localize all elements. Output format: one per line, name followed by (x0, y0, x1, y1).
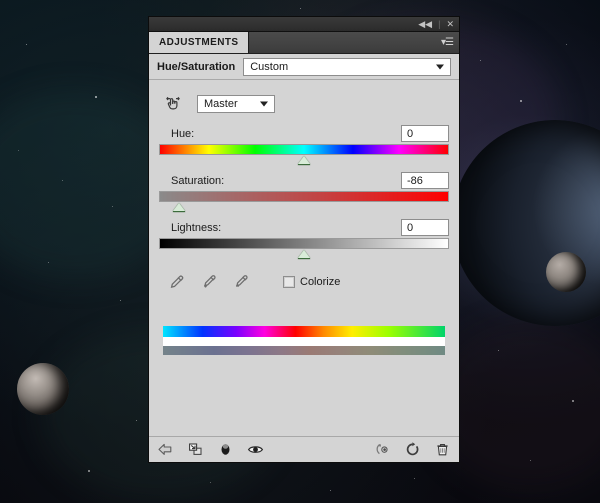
reset-icon[interactable] (404, 441, 421, 458)
slider-group-saturation: Saturation: -86 (159, 172, 449, 213)
tools-row: Colorize (169, 274, 449, 290)
lightness-track[interactable] (159, 238, 449, 249)
planet-large (452, 120, 600, 326)
lightness-slider-thumb[interactable] (298, 250, 310, 259)
lightness-label: Lightness: (171, 221, 222, 234)
trash-icon[interactable] (434, 441, 451, 458)
colorize-checkbox[interactable] (283, 276, 295, 288)
colorize-option[interactable]: Colorize (283, 276, 340, 288)
color-spectrum-bars (163, 326, 445, 355)
output-color-spectrum (163, 346, 445, 355)
slider-group-hue: Hue: 0 (159, 125, 449, 166)
footer-right-group (374, 441, 451, 458)
collapse-to-icons-icon[interactable]: ◀◀ (418, 19, 432, 29)
saturation-slider-thumb[interactable] (173, 203, 186, 212)
eyedropper-add-icon[interactable] (201, 274, 217, 290)
back-arrow-icon[interactable] (157, 441, 174, 458)
channel-value: Master (204, 97, 238, 110)
footer-left-group (157, 441, 374, 458)
panel-titlebar: ◀◀ | ✕ (149, 17, 459, 32)
panel-footer (149, 436, 459, 462)
desktop-background: ◀◀ | ✕ ADJUSTMENTS ▾☰ Hue/Saturation Cus… (0, 0, 600, 503)
preset-value: Custom (250, 60, 289, 73)
saturation-slider[interactable] (159, 191, 449, 213)
channel-dropdown[interactable]: Master (197, 94, 275, 113)
tab-adjustments[interactable]: ADJUSTMENTS (149, 32, 250, 53)
adjustments-panel: ◀◀ | ✕ ADJUSTMENTS ▾☰ Hue/Saturation Cus… (148, 16, 460, 463)
close-icon[interactable]: ✕ (446, 19, 454, 29)
chevron-down-icon (436, 64, 444, 69)
saturation-track[interactable] (159, 191, 449, 202)
eyedropper-sample-icon[interactable] (169, 274, 185, 290)
panel-body: Master Hue: 0 Saturation: -86 Lightness:… (149, 80, 459, 436)
on-image-adjustment-icon[interactable] (163, 92, 183, 115)
titlebar-separator: | (438, 19, 441, 29)
hue-track[interactable] (159, 144, 449, 155)
saturation-value-input[interactable]: -86 (401, 172, 449, 189)
slider-group-lightness: Lightness: 0 (159, 219, 449, 260)
tabbar-filler (249, 32, 441, 53)
hue-label: Hue: (171, 127, 195, 140)
page-title: Hue/Saturation (157, 60, 236, 73)
planet-moon-right (546, 252, 586, 292)
saturation-label: Saturation: (171, 174, 225, 187)
mask-icon[interactable] (217, 441, 234, 458)
previous-state-icon[interactable] (374, 441, 391, 458)
lightness-slider[interactable] (159, 238, 449, 260)
panel-tabbar: ADJUSTMENTS ▾☰ (149, 32, 459, 54)
preset-dropdown[interactable]: Custom (243, 57, 451, 76)
colorize-label: Colorize (300, 276, 341, 288)
lightness-value-input[interactable]: 0 (401, 219, 449, 236)
planet-moon-left (17, 363, 69, 415)
spectrum-divider (163, 337, 445, 346)
eyedropper-subtract-icon[interactable] (233, 274, 249, 290)
panel-menu-icon[interactable]: ▾☰ (441, 32, 459, 53)
chevron-down-icon (260, 101, 268, 106)
channel-row: Master (163, 92, 449, 115)
eye-icon[interactable] (247, 441, 264, 458)
hue-slider[interactable] (159, 144, 449, 166)
preset-row: Hue/Saturation Custom (149, 54, 459, 80)
hue-slider-thumb[interactable] (298, 156, 310, 165)
slider-head-saturation: Saturation: -86 (159, 172, 449, 191)
slider-head-lightness: Lightness: 0 (159, 219, 449, 238)
clip-to-layer-icon[interactable] (187, 441, 204, 458)
input-color-spectrum (163, 326, 445, 337)
slider-head-hue: Hue: 0 (159, 125, 449, 144)
hue-value-input[interactable]: 0 (401, 125, 449, 142)
